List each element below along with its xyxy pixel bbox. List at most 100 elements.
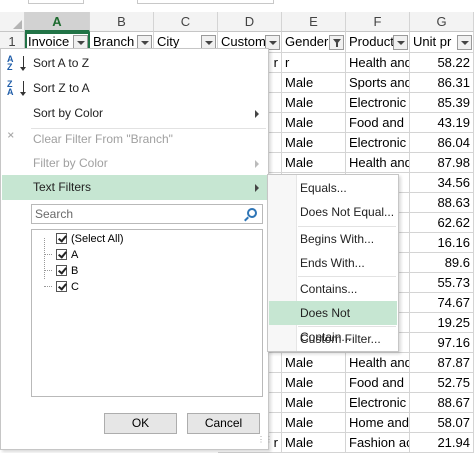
cell-unit-price[interactable]: 85.39 [410,93,474,113]
header-cell-unit-price[interactable]: Unit pr [410,32,474,53]
cell-product[interactable]: Fashion ac [346,433,410,453]
cell-gender[interactable]: Male [282,73,346,93]
filter-active-gender[interactable] [329,35,344,50]
filter-value-list[interactable]: (Select All) A B C [31,229,263,397]
header-cell-product[interactable]: Product [346,32,410,53]
checkbox-checked[interactable] [56,281,67,292]
column-header-g[interactable]: G [410,12,474,32]
cell-gender[interactable]: Male [282,433,346,453]
cell-product[interactable]: Health and [346,153,410,173]
cell-unit-price[interactable]: 16.16 [410,233,474,253]
submenu-begins-with[interactable]: Begins With... [269,227,397,251]
cell-gender[interactable]: Male [282,153,346,173]
cell-unit-price[interactable]: 52.75 [410,373,474,393]
submenu-contains[interactable]: Contains... [269,277,397,301]
cell-product[interactable]: Health and [346,53,410,73]
cell-unit-price[interactable]: 87.87 [410,353,474,373]
menu-sort-a-to-z[interactable]: AZ Sort A to Z [2,51,268,76]
cell-unit-price[interactable]: 62.62 [410,213,474,233]
cell-unit-price[interactable]: 43.19 [410,113,474,133]
menu-sort-by-color-label: Sort by Color [33,106,104,120]
header-label-product: Product [349,34,394,49]
list-item-label: A [71,249,79,261]
cell-product[interactable]: Food and [346,373,410,393]
text-filters-submenu: Equals... Does Not Equal... Begins With.… [267,174,399,352]
cell-unit-price[interactable]: 58.22 [410,53,474,73]
submenu-does-not-contain[interactable]: Does Not Contain... [269,301,397,344]
cell-gender[interactable]: r [282,53,346,73]
header-label-branch: Branch [93,34,135,49]
cell-unit-price[interactable]: 86.31 [410,73,474,93]
cell-unit-price[interactable]: 87.98 [410,153,474,173]
cell-unit-price[interactable]: 19.25 [410,313,474,333]
cell-unit-price[interactable]: 88.63 [410,193,474,213]
cell-unit-price[interactable]: 89.6 [410,253,474,273]
cell-gender[interactable]: Male [282,133,346,153]
header-label-invoice: Invoice [28,34,70,49]
menu-sort-by-color[interactable]: Sort by Color [2,101,268,126]
header-label-city: City [157,34,180,49]
submenu-equals[interactable]: Equals... [269,176,397,200]
resize-grip-icon[interactable]: ⋮⋮ [257,436,273,446]
cell-product[interactable]: Electronic [346,133,410,153]
cell-unit-price[interactable]: 88.67 [410,393,474,413]
cell-unit-price[interactable]: 86.04 [410,133,474,153]
menu-clear-filter: ⨯ Clear Filter From "Branch" [2,127,268,152]
cell-product[interactable]: Electronic [346,393,410,413]
submenu-arrow-icon [255,160,259,168]
submenu-arrow-icon [255,184,259,192]
tree-line [44,270,52,271]
cell-gender[interactable]: Male [282,353,346,373]
cell-gender[interactable]: Male [282,93,346,113]
list-item-label: C [71,281,79,293]
formula-bar-edge [137,0,274,4]
checkbox-checked[interactable] [56,249,67,260]
menu-sort-z-to-a[interactable]: ZA Sort Z to A [2,76,268,101]
cell-product[interactable]: Home and [346,413,410,433]
cell-unit-price[interactable]: 21.94 [410,433,474,453]
column-header-a[interactable]: A [25,12,90,32]
filter-dropdown-product[interactable] [393,35,408,50]
cell-product[interactable]: Health and [346,353,410,373]
submenu-custom-filter[interactable]: Custom Filter... [269,327,397,351]
submenu-ends-with[interactable]: Ends With... [269,251,397,275]
cell-product[interactable]: Food and [346,113,410,133]
menu-filter-by-color: Filter by Color [2,151,268,176]
cancel-button[interactable]: Cancel [187,413,260,434]
header-label-unit-price: Unit pr [413,34,452,49]
column-header-d[interactable]: D [218,12,282,32]
cell-gender[interactable]: Male [282,393,346,413]
ok-button[interactable]: OK [104,413,177,434]
list-item-label: B [71,265,79,277]
cell-product[interactable]: Electronic [346,93,410,113]
cell-gender[interactable]: Male [282,373,346,393]
cell-product[interactable]: Sports and [346,73,410,93]
menu-text-filters[interactable]: Text Filters [2,175,268,200]
header-cell-gender[interactable]: Gender [282,32,346,53]
search-input[interactable]: Search [31,204,263,224]
cell-gender[interactable]: Male [282,113,346,133]
tree-line [44,254,52,255]
cell-unit-price[interactable]: 55.73 [410,273,474,293]
menu-sort-a-to-z-label: Sort A to Z [33,56,90,70]
filter-dropdown-unit-price[interactable] [457,35,472,50]
column-header-f[interactable]: F [346,12,410,32]
menu-filter-by-color-label: Filter by Color [33,156,108,170]
sort-az-icon: AZ [7,55,26,72]
autofilter-menu: AZ Sort A to Z ZA Sort Z to A Sort by Co… [0,48,273,450]
cell-gender[interactable]: Male [282,413,346,433]
submenu-arrow-icon [255,110,259,118]
checkbox-checked[interactable] [56,265,67,276]
column-header-e[interactable]: E [282,12,346,32]
column-header-c[interactable]: C [154,12,218,32]
submenu-does-not-equal[interactable]: Does Not Equal... [269,200,397,224]
cell-unit-price[interactable]: 97.16 [410,333,474,353]
checkbox-checked[interactable] [56,233,67,244]
cell-unit-price[interactable]: 74.67 [410,293,474,313]
menu-text-filters-label: Text Filters [33,180,92,194]
cell-unit-price[interactable]: 58.07 [410,413,474,433]
list-item-label: (Select All) [71,233,124,245]
column-header-b[interactable]: B [90,12,154,32]
funnel-stem [336,43,338,47]
cell-unit-price[interactable]: 34.56 [410,173,474,193]
